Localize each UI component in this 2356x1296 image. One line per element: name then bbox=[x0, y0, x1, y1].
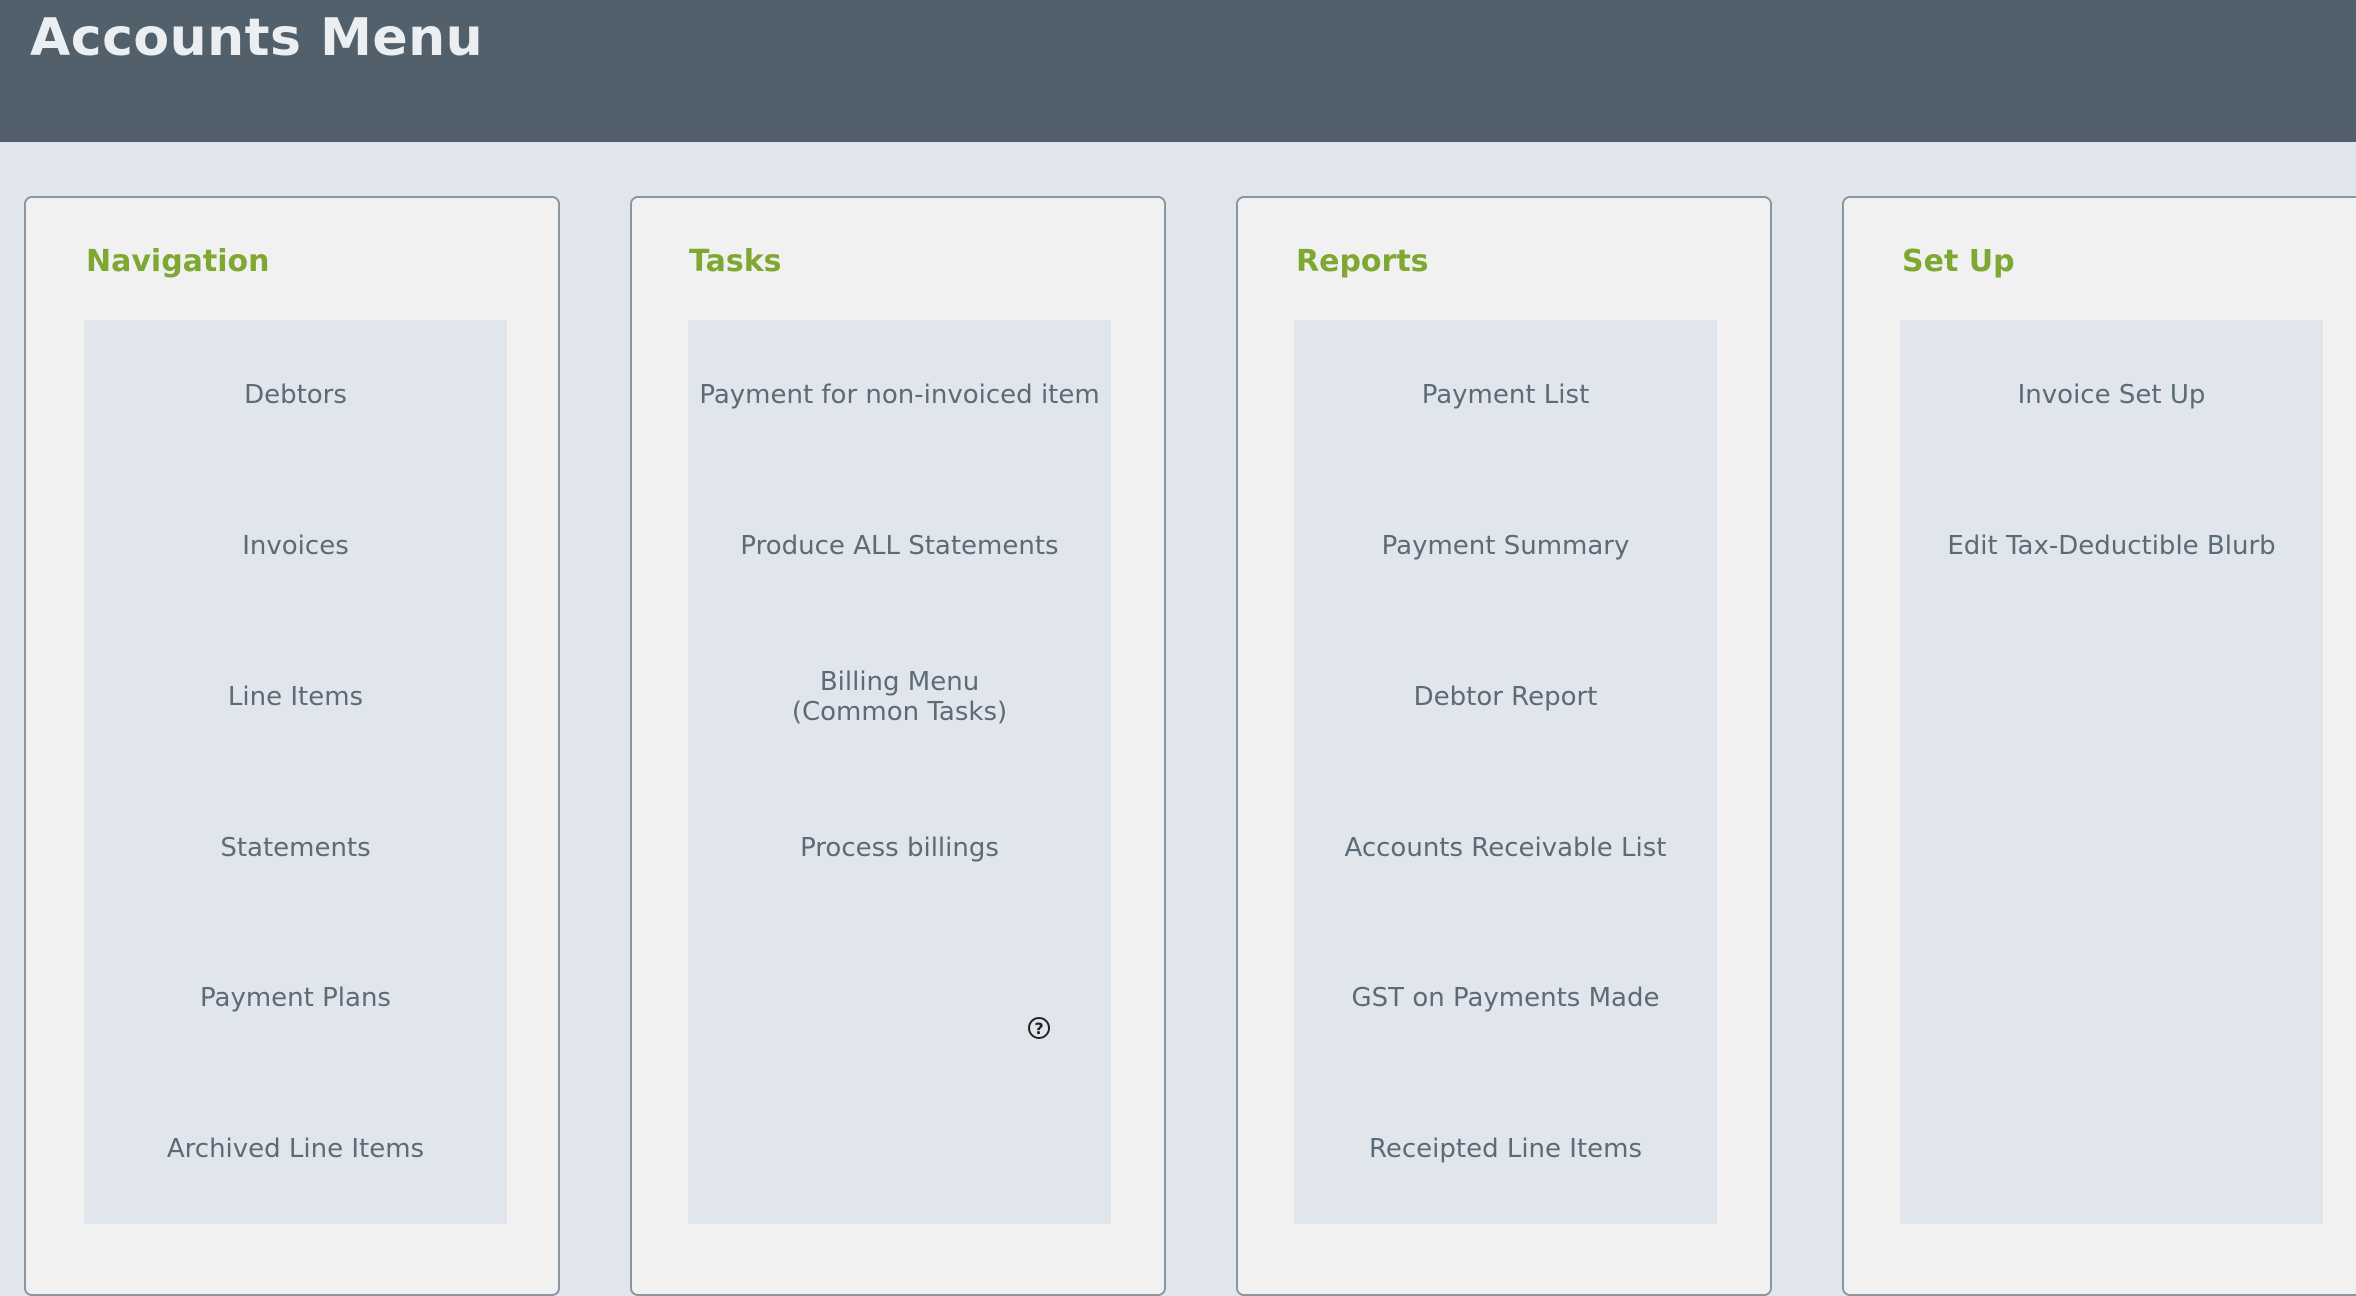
navigation-panel: Navigation Debtors Invoices Line Items S… bbox=[24, 196, 560, 1296]
help-circle-icon[interactable]: ? bbox=[1028, 1017, 1050, 1039]
setup-panel-title: Set Up bbox=[1902, 244, 2015, 279]
archived-line-items-link[interactable]: Archived Line Items bbox=[84, 1074, 507, 1224]
statements-link[interactable]: Statements bbox=[84, 773, 507, 923]
payment-list-link[interactable]: Payment List bbox=[1294, 320, 1717, 470]
edit-tax-deductible-blurb-link[interactable]: Edit Tax-Deductible Blurb bbox=[1900, 471, 2323, 621]
debtors-link[interactable]: Debtors bbox=[84, 320, 507, 470]
reports-menu: Payment List Payment Summary Debtor Repo… bbox=[1294, 320, 1717, 1224]
receipted-line-items-link[interactable]: Receipted Line Items bbox=[1294, 1074, 1717, 1224]
tasks-panel: Tasks Payment for non-invoiced item Prod… bbox=[630, 196, 1166, 1296]
navigation-menu: Debtors Invoices Line Items Statements P… bbox=[84, 320, 507, 1224]
payment-non-invoiced-link[interactable]: Payment for non-invoiced item bbox=[688, 320, 1111, 470]
invoice-setup-link[interactable]: Invoice Set Up bbox=[1900, 320, 2323, 470]
tasks-menu: Payment for non-invoiced item Produce AL… bbox=[688, 320, 1111, 1224]
setup-panel: Set Up Invoice Set Up Edit Tax-Deductibl… bbox=[1842, 196, 2356, 1296]
setup-menu: Invoice Set Up Edit Tax-Deductible Blurb bbox=[1900, 320, 2323, 1224]
payment-plans-link[interactable]: Payment Plans bbox=[84, 923, 507, 1073]
accounts-receivable-list-link[interactable]: Accounts Receivable List bbox=[1294, 773, 1717, 923]
navigation-panel-title: Navigation bbox=[86, 244, 270, 279]
reports-panel-title: Reports bbox=[1296, 244, 1429, 279]
reports-panel: Reports Payment List Payment Summary Deb… bbox=[1236, 196, 1772, 1296]
tasks-panel-title: Tasks bbox=[689, 244, 782, 279]
gst-on-payments-link[interactable]: GST on Payments Made bbox=[1294, 923, 1717, 1073]
invoices-link[interactable]: Invoices bbox=[84, 471, 507, 621]
produce-all-statements-link[interactable]: Produce ALL Statements bbox=[688, 471, 1111, 621]
process-billings-link[interactable]: Process billings bbox=[688, 773, 1111, 923]
payment-summary-link[interactable]: Payment Summary bbox=[1294, 471, 1717, 621]
line-items-link[interactable]: Line Items bbox=[84, 622, 507, 772]
debtor-report-link[interactable]: Debtor Report bbox=[1294, 622, 1717, 772]
app-header: Accounts Menu bbox=[0, 0, 2356, 142]
billing-menu-link[interactable]: Billing Menu (Common Tasks) bbox=[688, 622, 1111, 772]
page-title: Accounts Menu bbox=[30, 8, 484, 68]
